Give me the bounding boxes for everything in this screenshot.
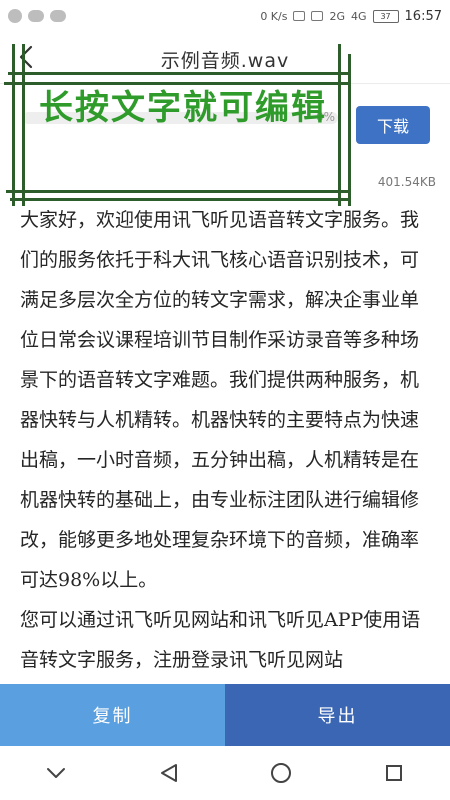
battery-icon: 37 <box>372 9 399 23</box>
home-circle-icon[interactable] <box>261 753 301 793</box>
transcript-paragraph[interactable]: 您可以通过讯飞听见网站和讯飞听见APP使用语音转文字服务，注册登录讯飞听见网站 <box>20 600 434 680</box>
download-progress-percent: 0% <box>316 110 336 124</box>
network-speed: 0 K/s <box>260 9 288 23</box>
hide-keyboard-icon[interactable] <box>36 753 76 793</box>
battery-level: 37 <box>380 11 391 21</box>
status-bar: 0 K/s 2G 4G 37 16:57 <box>0 0 450 32</box>
transcript-text[interactable]: 大家好，欢迎使用讯飞听见语音转文字服务。我们的服务依托于科大讯飞核心语音识别技术… <box>20 200 434 684</box>
vibrate-icon <box>311 11 324 21</box>
recents-square-icon[interactable] <box>374 753 414 793</box>
system-nav-bar <box>0 746 450 800</box>
wechat-icon <box>50 10 66 22</box>
status-notifications <box>8 9 66 23</box>
alarm-icon <box>293 11 306 21</box>
annotation-text: 长按文字就可编辑 <box>39 88 327 128</box>
status-indicators: 0 K/s 2G 4G 37 16:57 <box>260 9 442 24</box>
signal-right: 4G <box>351 9 367 23</box>
download-button[interactable]: 下载 <box>356 106 430 144</box>
export-button[interactable]: 导出 <box>225 684 450 746</box>
chat-bubble-icon <box>28 10 44 22</box>
notification-app-icon <box>8 9 22 23</box>
transcript-paragraph[interactable]: 大家好，欢迎使用讯飞听见语音转文字服务。我们的服务依托于科大讯飞核心语音识别技术… <box>20 200 434 600</box>
file-size: 401.54KB <box>377 175 436 189</box>
download-progress-bar <box>22 112 338 124</box>
page-title: 示例音频.wav <box>160 50 290 72</box>
annotation-frame-line <box>6 190 350 193</box>
back-triangle-icon[interactable] <box>149 753 189 793</box>
bottom-action-bar: 复制 导出 <box>0 684 450 746</box>
title-bar: 示例音频.wav <box>0 32 450 84</box>
clock: 16:57 <box>404 8 442 24</box>
copy-button[interactable]: 复制 <box>0 684 225 746</box>
signal-left: 2G <box>329 9 345 23</box>
